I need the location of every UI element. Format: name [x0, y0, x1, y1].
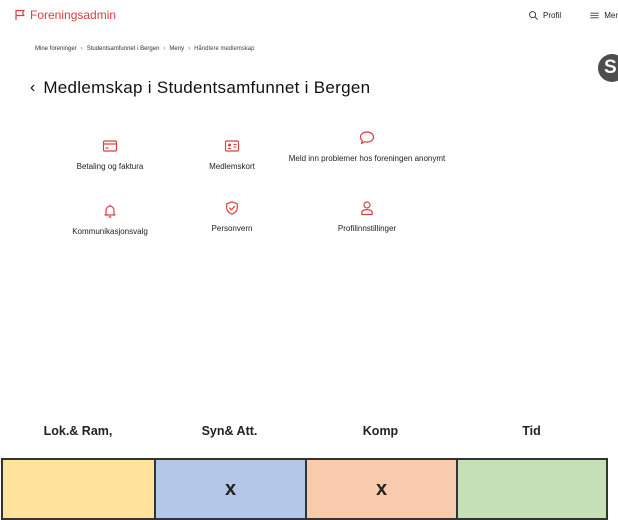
- breadcrumb-item-studentsamfunnet[interactable]: Studentsamfunnet i Bergen: [87, 46, 160, 52]
- brand-name: Foreningsadmin: [30, 8, 117, 22]
- profile-button[interactable]: Profil: [528, 10, 561, 21]
- annotation-cell-tid: [456, 460, 606, 518]
- menu-button[interactable]: Mer: [589, 10, 618, 21]
- breadcrumb-separator: ›: [188, 46, 191, 52]
- breadcrumb-item-current: Håndtere medlemskap: [194, 46, 255, 52]
- hamburger-icon: [590, 12, 599, 19]
- annotation-header-lok-ram: Lok.& Ram,: [43, 424, 113, 438]
- page-title: Medlemskap i Studentsamfunnet i Bergen: [43, 78, 371, 97]
- profile-label: Profil: [542, 11, 562, 20]
- annotation-cell-lok-ram: [3, 460, 154, 518]
- breadcrumb-item-mine-foreninger[interactable]: Mine foreninger: [35, 46, 77, 52]
- menu-label: Mer: [604, 11, 618, 20]
- user-icon: [361, 201, 373, 216]
- flag-icon: [15, 9, 25, 20]
- title-row: ‹ Medlemskap i Studentsamfunnet i Bergen: [30, 78, 370, 98]
- bell-icon: [104, 204, 116, 218]
- breadcrumb-separator: ›: [163, 46, 166, 52]
- option-profilinnstillinger[interactable]: Profilinnstillinger: [287, 200, 447, 234]
- id-card-icon: [224, 140, 240, 152]
- top-nav: Profil Mer: [500, 10, 618, 21]
- option-label: Profilinnstillinger: [337, 224, 397, 233]
- option-label: Meld inn problemer hos foreningen anonym…: [288, 154, 446, 163]
- back-chevron-icon[interactable]: ‹: [30, 79, 35, 97]
- annotation-header-komp: Komp: [362, 424, 399, 438]
- top-bar: Foreningsadmin Profil Mer: [0, 0, 618, 34]
- breadcrumb: Mine foreninger › Studentsamfunnet i Berge…: [35, 46, 254, 52]
- option-meld-inn-problemer[interactable]: Meld inn problemer hos foreningen anonym…: [287, 130, 447, 164]
- chat-bubble-icon: [359, 131, 375, 145]
- annotation-cell-syn-att: x: [154, 460, 305, 518]
- avatar[interactable]: S: [598, 54, 618, 82]
- annotation-table: x x: [1, 458, 608, 520]
- annotation-header-tid: Tid: [522, 424, 541, 438]
- annotation-cell-komp: x: [305, 460, 456, 518]
- brand-link[interactable]: Foreningsadmin: [14, 8, 116, 22]
- credit-card-icon: [102, 140, 118, 152]
- shield-check-icon: [226, 201, 238, 215]
- breadcrumb-item-meny[interactable]: Meny: [169, 46, 184, 52]
- annotation-header-syn-att: Syn& Att.: [201, 424, 258, 438]
- breadcrumb-separator: ›: [80, 46, 83, 52]
- search-user-icon: [529, 11, 538, 20]
